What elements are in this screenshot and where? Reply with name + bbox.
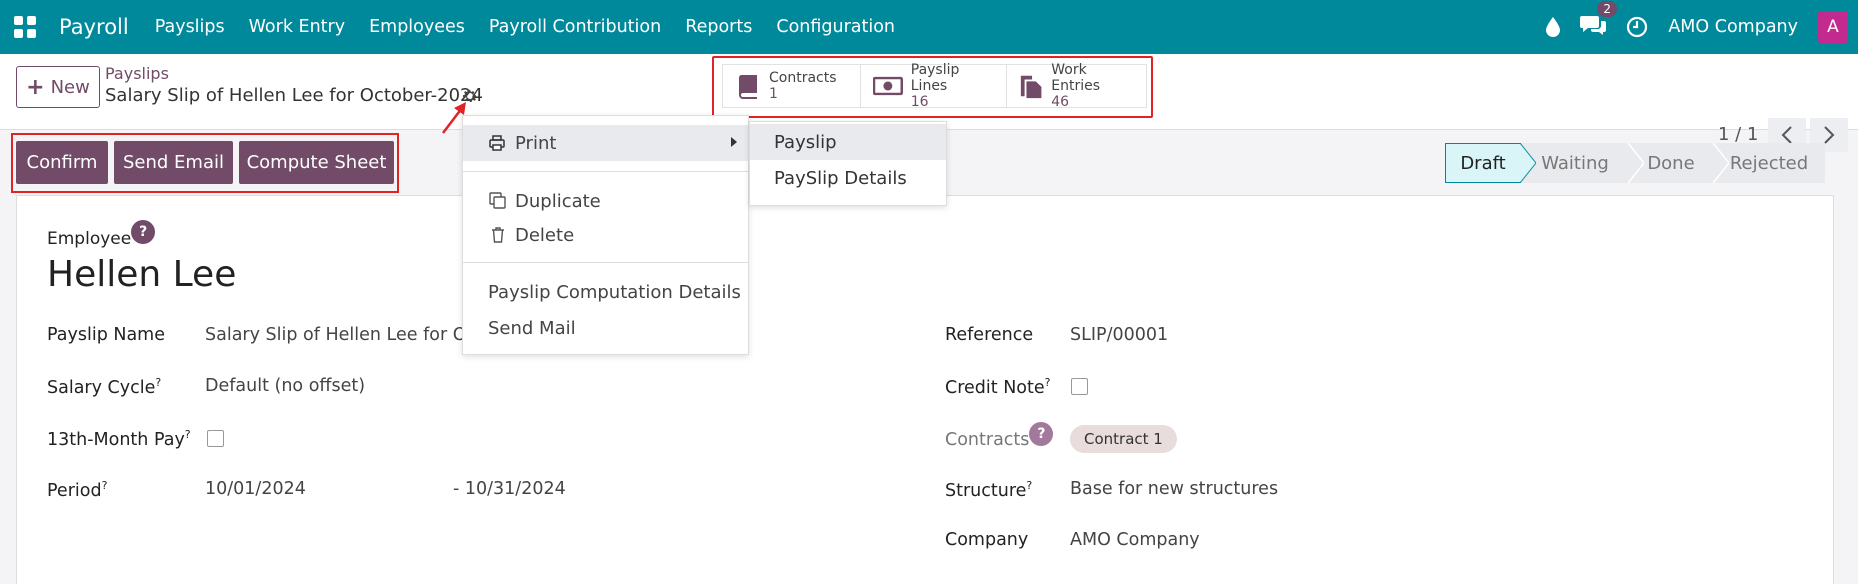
nav-employees[interactable]: Employees [357,17,477,37]
credit-note-checkbox[interactable] [1071,378,1088,395]
thirteenth-month-checkbox[interactable] [207,430,224,447]
stage-rejected[interactable]: Rejected [1713,143,1825,183]
period-label: Period? [47,479,108,501]
messages-button[interactable]: 2 [1580,1,1617,40]
pager-counter[interactable]: 1 / 1 [1718,124,1758,145]
salary-cycle-label: Salary Cycle? [47,376,162,398]
reference-field[interactable]: SLIP/00001 [1070,325,1168,345]
menu-divider [463,262,748,263]
chat-count-badge: 2 [1597,1,1617,17]
user-avatar[interactable]: A [1818,11,1848,43]
money-icon [873,76,903,96]
employee-name[interactable]: Hellen Lee [47,254,236,295]
record-title: Salary Slip of Hellen Lee for October-20… [105,85,483,106]
app-brand[interactable]: Payroll [59,15,129,39]
printer-icon [489,135,505,151]
chat-icon [1580,16,1607,35]
smart-buttons: Contracts 1 Payslip Lines 16 Work Entries 4… [722,62,1147,110]
print-submenu: Payslip PaySlip Details [749,121,947,206]
print-menu-item[interactable]: Print [463,125,748,161]
salary-cycle-field[interactable]: Default (no offset) [205,376,365,396]
credit-note-label: Credit Note? [945,376,1051,398]
payslip-lines-smart-button[interactable]: Payslip Lines 16 [860,62,1006,110]
contracts-label: Contracts? [945,422,1054,453]
send-email-button[interactable]: Send Email [114,141,233,184]
submenu-payslip-details[interactable]: PaySlip Details [750,160,946,196]
nav-work-entry[interactable]: Work Entry [237,17,357,37]
stage-arrow-waiting [1628,143,1644,183]
apps-grid-icon[interactable] [14,16,36,38]
stage-draft[interactable]: Draft [1445,143,1521,183]
company-label: Company [945,530,1029,550]
work-entries-smart-button[interactable]: Work Entries 46 [1006,62,1147,110]
structure-field[interactable]: Base for new structures [1070,479,1278,499]
smart-buttons-highlight: Contracts 1 Payslip Lines 16 Work Entries 4… [712,56,1153,118]
stage-waiting[interactable]: Waiting [1521,143,1629,183]
structure-label: Structure? [945,479,1033,501]
delete-menu-item[interactable]: Delete [463,220,748,250]
documents-icon [1020,75,1042,99]
payslip-name-field[interactable]: Salary Slip of Hellen Lee for Oc [205,325,476,345]
stage-arrow-draft [1520,143,1536,183]
gear-dropdown-menu: Print Duplicate Delete Payslip Computati… [462,115,749,355]
menu-divider [463,171,748,172]
payslip-name-label: Payslip Name [47,325,165,345]
nav-reports[interactable]: Reports [673,17,764,37]
help-icon[interactable]: ? [131,220,156,244]
company-switcher[interactable]: AMO Company [1668,17,1798,37]
computation-details-menu-item[interactable]: Payslip Computation Details [463,277,748,307]
contracts-smart-button[interactable]: Contracts 1 [722,64,860,108]
chevron-right-icon [1824,126,1835,144]
duplicate-menu-item[interactable]: Duplicate [463,186,748,216]
plus-icon: + [26,74,45,100]
thirteenth-month-label: 13th-Month Pay? [47,428,191,450]
confirm-button[interactable]: Confirm [16,141,108,184]
nav-configuration[interactable]: Configuration [764,17,907,37]
send-mail-menu-item[interactable]: Send Mail [463,313,748,343]
trash-icon [492,227,504,243]
help-icon[interactable]: ? [1029,422,1054,446]
copy-icon [489,192,506,209]
period-to-field[interactable]: - 10/31/2024 [453,479,566,499]
company-field[interactable]: AMO Company [1070,530,1200,550]
book-icon [738,75,757,99]
nav-payslips[interactable]: Payslips [143,17,237,37]
new-button[interactable]: + New [16,66,100,108]
nav-payroll-contribution[interactable]: Payroll Contribution [477,17,673,37]
breadcrumb[interactable]: Payslips [105,64,169,83]
submenu-payslip[interactable]: Payslip [750,124,946,160]
stage-arrow-done [1713,143,1729,183]
clock-icon[interactable] [1626,16,1648,38]
drop-icon[interactable] [1546,17,1561,37]
contract-tag[interactable]: Contract 1 [1070,425,1177,453]
red-arrow-annotation [442,102,466,134]
top-navbar: Payroll Payslips Work Entry Employees Pa… [0,0,1858,54]
chevron-left-icon [1781,126,1792,144]
period-from-field[interactable]: 10/01/2024 [205,479,306,499]
compute-sheet-button[interactable]: Compute Sheet [239,141,394,184]
caret-right-icon [731,137,737,147]
reference-label: Reference [945,325,1034,345]
employee-label: Employee? [47,220,156,252]
